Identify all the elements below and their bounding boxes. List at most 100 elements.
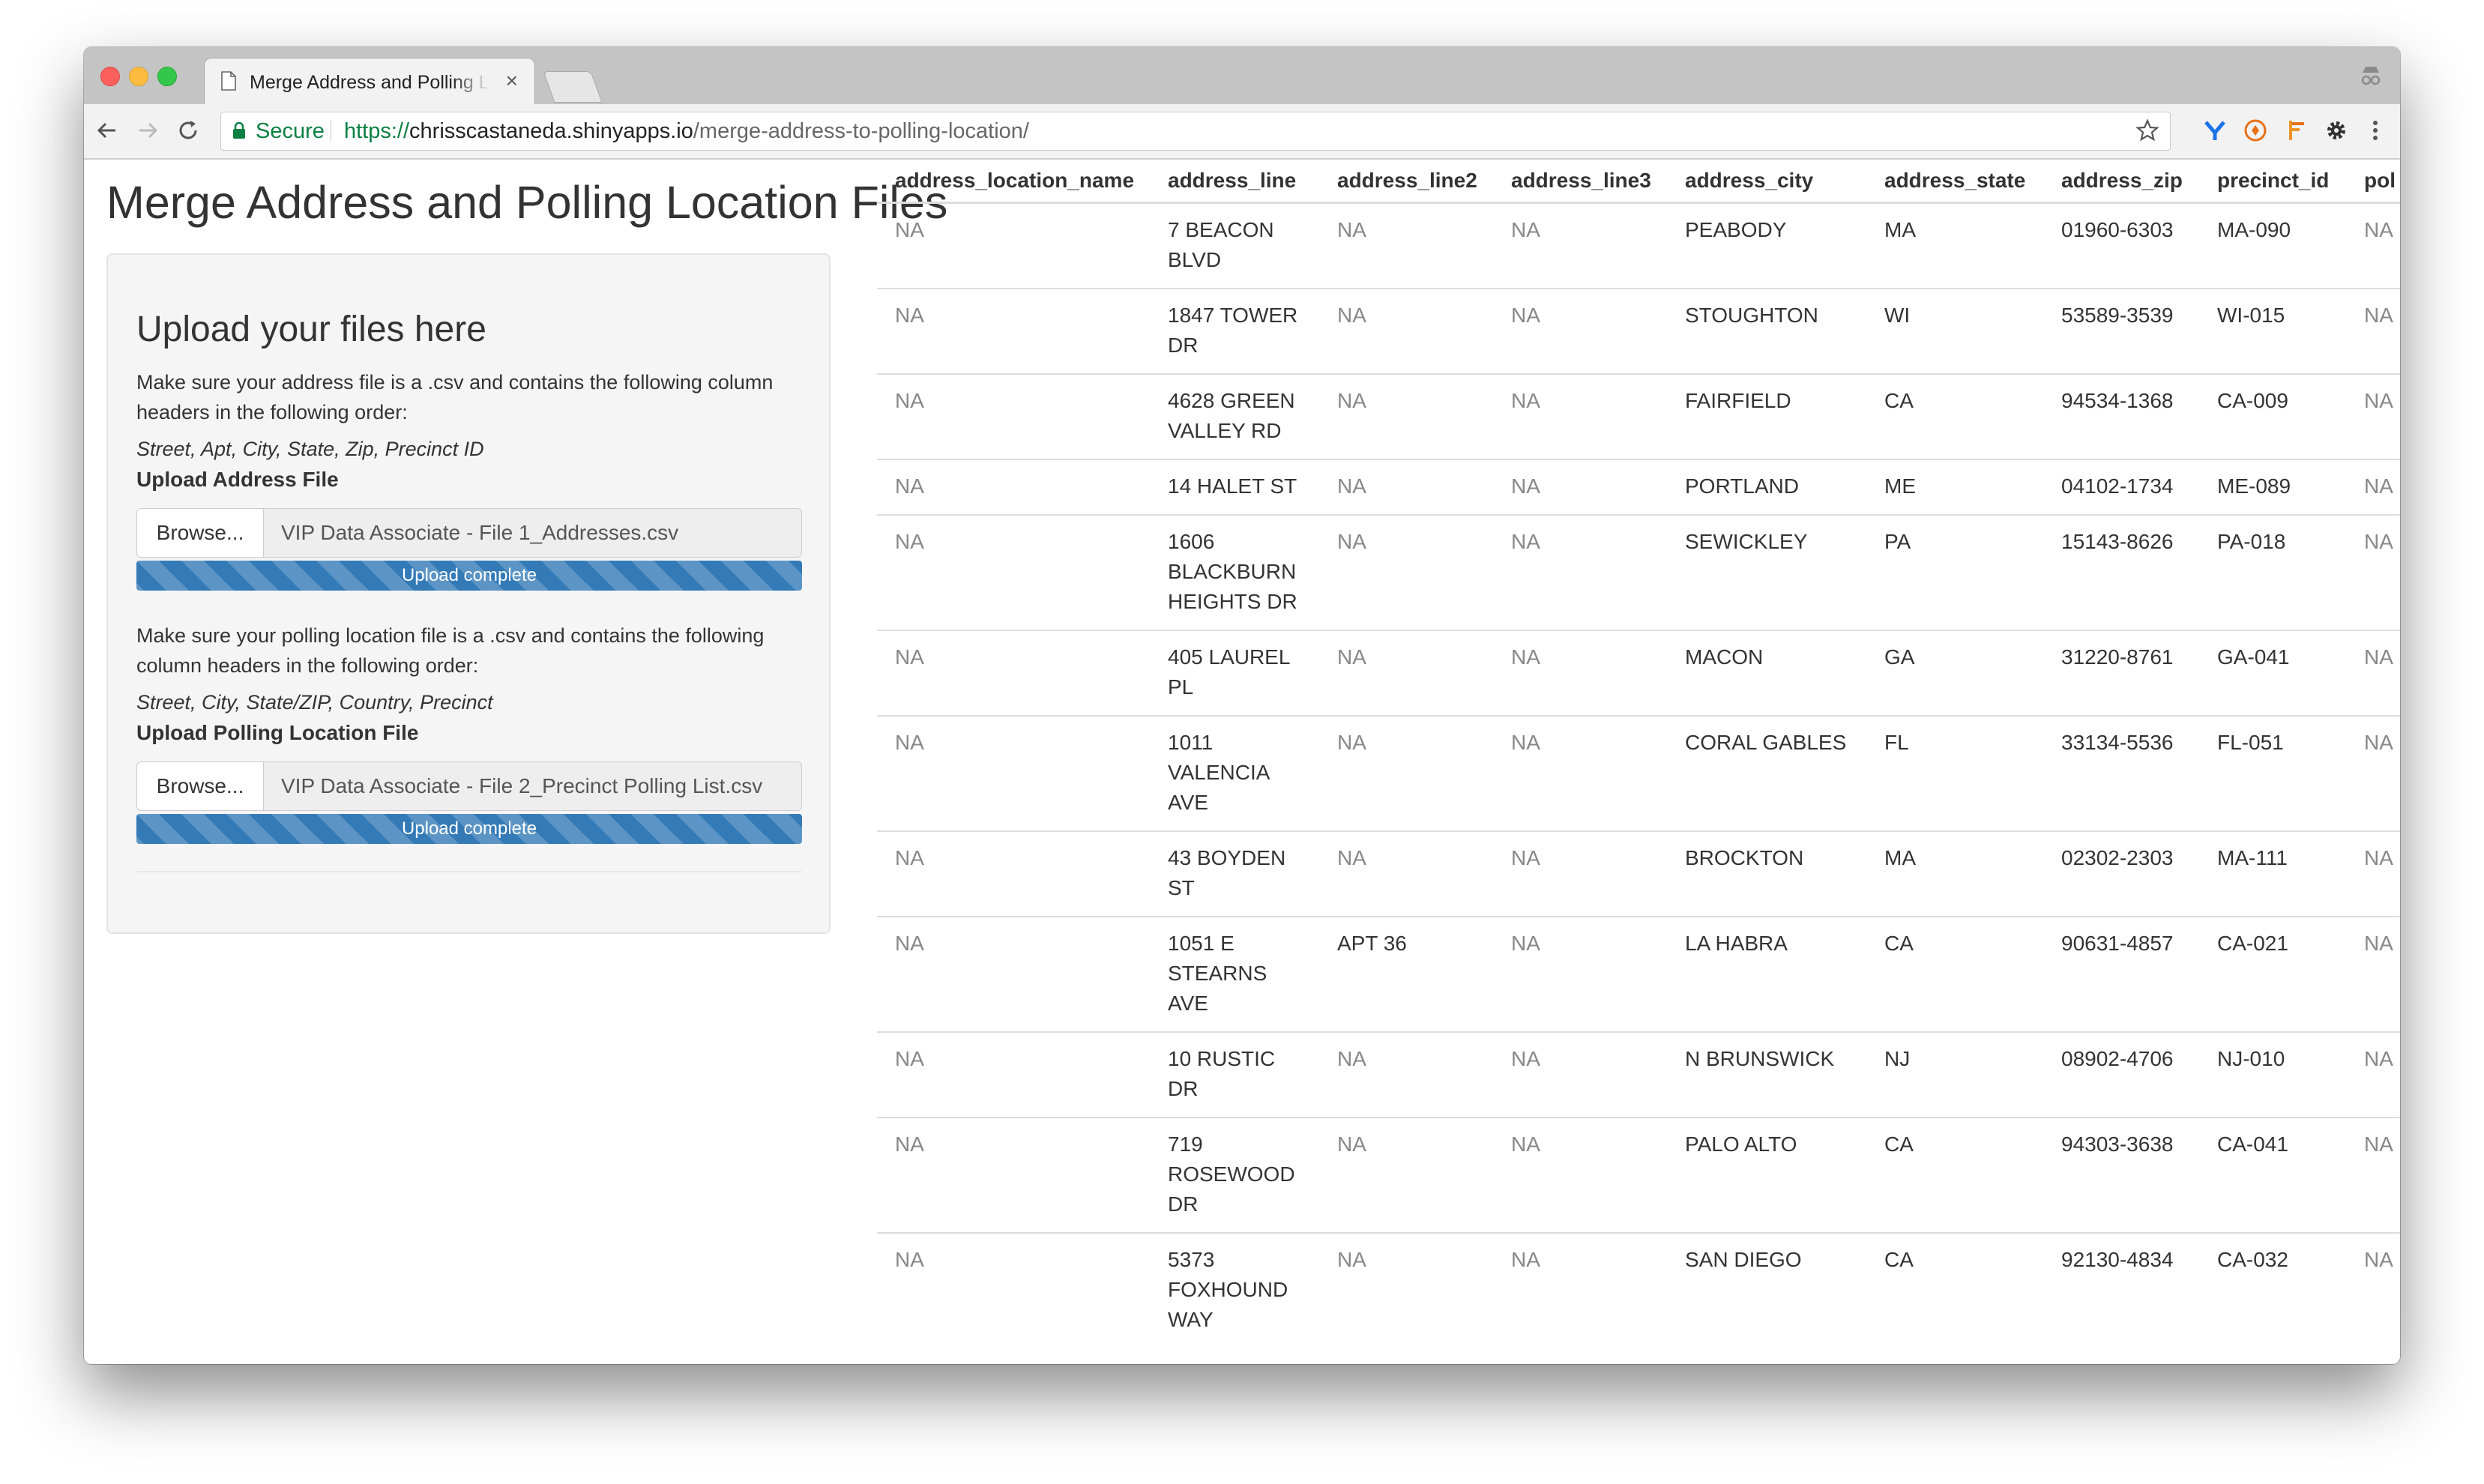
- table-cell: NA: [1493, 1117, 1667, 1233]
- table-row: NA 43 BOYDEN ST NA NA BROCKTON MA 02302-2303 MA…: [877, 830, 2400, 917]
- url-scheme: https://: [344, 119, 410, 143]
- table-cell: NA: [2346, 373, 2400, 459]
- table-cell: NA: [895, 218, 924, 241]
- browser-window: Merge Address and Polling Location Files…: [84, 47, 2400, 1364]
- table-cell: 92130-4834: [2043, 1232, 2199, 1348]
- extension-circle-icon[interactable]: [2243, 118, 2268, 143]
- address-bar[interactable]: Secure https://chrisscastaneda.shinyapps…: [220, 112, 2171, 151]
- table-cell: CA-009: [2199, 373, 2346, 459]
- upload-sidebar-panel: Upload your files here Make sure your ad…: [106, 253, 830, 934]
- column-header[interactable]: address_line2: [1319, 160, 1493, 204]
- table-cell: SEWICKLEY: [1667, 514, 1866, 630]
- document-icon: [221, 71, 236, 91]
- table-cell: 43 BOYDEN ST: [1150, 830, 1319, 917]
- table-cell: PEABODY: [1685, 218, 1787, 241]
- back-icon[interactable]: [94, 118, 120, 143]
- table-header-row: address_location_name address_line addre…: [877, 160, 2400, 204]
- table-cell: NA: [1493, 830, 1667, 917]
- tab-title: Merge Address and Polling Location Files: [250, 72, 489, 93]
- upload-heading: Upload your files here: [136, 310, 486, 349]
- gear-icon[interactable]: [2324, 118, 2349, 143]
- table-row: NA 5373 FOXHOUND WAY NA NA SAN DIEGO CA 92130-…: [877, 1232, 2400, 1348]
- table-cell: NA: [2346, 1232, 2400, 1348]
- forward-icon[interactable]: [135, 118, 160, 143]
- column-header[interactable]: address_location_name: [877, 160, 1150, 204]
- new-tab-button[interactable]: [543, 71, 603, 103]
- panel-divider: [136, 871, 802, 872]
- column-header[interactable]: address_zip: [2043, 160, 2199, 204]
- table-row: NA 1606 BLACKBURN HEIGHTS DR NA NA SEWICKLEY…: [877, 514, 2400, 630]
- table-cell: NA: [1319, 1117, 1493, 1233]
- address-upload-progress: Upload complete: [136, 561, 802, 591]
- column-header[interactable]: address_city: [1667, 160, 1866, 204]
- table-cell: NA: [877, 288, 1150, 374]
- table-cell: NA: [2346, 459, 2400, 515]
- table-cell: APT 36: [1319, 916, 1493, 1032]
- extension-y-icon[interactable]: [2202, 118, 2228, 143]
- url-text[interactable]: https://chrisscastaneda.shinyapps.io/mer…: [344, 112, 1029, 150]
- address-file-input[interactable]: Browse... VIP Data Associate - File 1_Ad…: [136, 508, 802, 558]
- table-cell: 7 BEACON BLVD: [1168, 218, 1274, 271]
- table-cell: NA: [1493, 459, 1667, 515]
- table-cell: NA: [1493, 916, 1667, 1032]
- table-cell: NA: [877, 1117, 1150, 1233]
- close-window-button[interactable]: [100, 67, 120, 86]
- table-cell: MA: [1884, 218, 1916, 241]
- table-cell: GA: [1866, 630, 2043, 716]
- table-cell: NA: [877, 916, 1150, 1032]
- address-column-list: Street, Apt, City, State, Zip, Precinct …: [136, 438, 484, 460]
- polling-file-input[interactable]: Browse... VIP Data Associate - File 2_Pr…: [136, 761, 802, 811]
- table-cell: NA: [2346, 830, 2400, 917]
- table-cell: NA: [877, 459, 1150, 515]
- polling-browse-button[interactable]: Browse...: [137, 762, 264, 810]
- table-cell: 31220-8761: [2043, 630, 2199, 716]
- table-cell: WI-015: [2199, 288, 2346, 374]
- table-row: NA 1847 TOWER DR NA NA STOUGHTON WI 53589-3539…: [877, 288, 2400, 374]
- column-header[interactable]: address_state: [1866, 160, 2043, 204]
- table-cell: PORTLAND: [1667, 459, 1866, 515]
- table-cell: NA: [2346, 630, 2400, 716]
- table-cell: NA: [1319, 630, 1493, 716]
- column-header[interactable]: address_line: [1150, 160, 1319, 204]
- column-header[interactable]: pol: [2346, 160, 2400, 204]
- table-cell: 53589-3539: [2043, 288, 2199, 374]
- tab-strip: Merge Address and Polling Location Files…: [84, 47, 2400, 105]
- reload-icon[interactable]: [175, 118, 201, 143]
- table-cell: NA: [2346, 514, 2400, 630]
- table-cell: CA: [1866, 373, 2043, 459]
- browser-tab[interactable]: Merge Address and Polling Location Files…: [204, 58, 535, 105]
- kebab-menu-icon[interactable]: [2363, 118, 2388, 143]
- table-cell: MA: [1866, 830, 2043, 917]
- table-cell: 33134-5536: [2043, 715, 2199, 831]
- url-path: /merge-address-to-polling-location/: [693, 119, 1029, 143]
- address-browse-button[interactable]: Browse...: [137, 509, 264, 557]
- table-cell: NA: [2346, 288, 2400, 374]
- table-cell: NA: [1493, 630, 1667, 716]
- column-header[interactable]: precinct_id: [2199, 160, 2346, 204]
- table-cell: NA: [1493, 1232, 1667, 1348]
- table-cell: NA: [1319, 459, 1493, 515]
- tab-close-icon[interactable]: ×: [506, 69, 518, 93]
- star-icon[interactable]: [2135, 118, 2159, 142]
- table-cell: GA-041: [2199, 630, 2346, 716]
- table-cell: NA: [1319, 373, 1493, 459]
- table-cell: 5373 FOXHOUND WAY: [1150, 1232, 1319, 1348]
- table-cell: 15143-8626: [2043, 514, 2199, 630]
- page-title: Merge Address and Polling Location Files: [106, 177, 948, 228]
- secure-label: Secure: [256, 119, 325, 143]
- lock-icon: [233, 121, 245, 139]
- table-cell: CA: [1866, 1117, 2043, 1233]
- column-header[interactable]: address_line3: [1493, 160, 1667, 204]
- merged-data-table[interactable]: address_location_name address_line addre…: [877, 160, 2400, 1364]
- table-cell: 1606 BLACKBURN HEIGHTS DR: [1150, 514, 1319, 630]
- table-cell: BROCKTON: [1667, 830, 1866, 917]
- zoom-window-button[interactable]: [157, 67, 177, 86]
- table-cell: NA: [1319, 514, 1493, 630]
- minimize-window-button[interactable]: [129, 67, 148, 86]
- table-cell: NA: [1511, 218, 1540, 241]
- extension-flag-icon[interactable]: [2283, 118, 2309, 143]
- table-cell: CA: [1866, 916, 2043, 1032]
- table-row: NA 1051 E STEARNS AVE APT 36 NA LA HABRA CA 90…: [877, 916, 2400, 1032]
- table-cell: NA: [1337, 218, 1366, 241]
- table-cell: MA-111: [2199, 830, 2346, 917]
